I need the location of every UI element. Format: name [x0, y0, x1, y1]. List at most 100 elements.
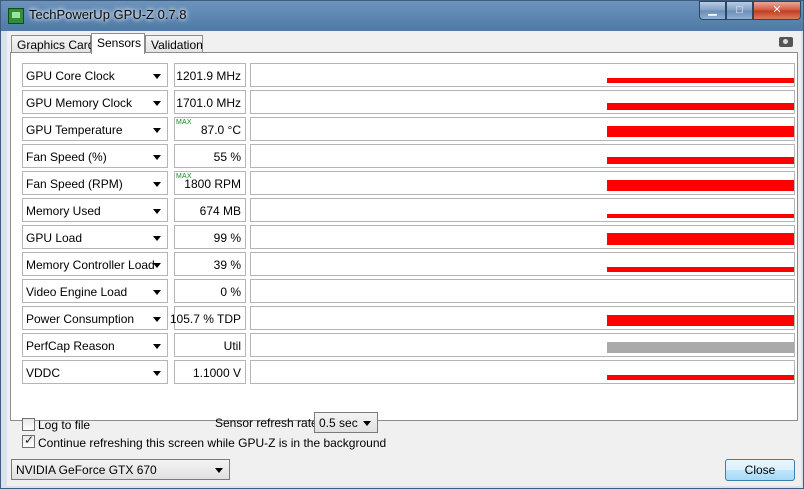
client-area: Graphics Card Sensors Validation GPU Cor… — [7, 31, 801, 486]
sensor-row: Memory Used 674 MB — [22, 198, 795, 222]
sensor-row: GPU Core Clock 1201.9 MHz — [22, 63, 795, 87]
close-window-button[interactable]: ✕ — [753, 1, 801, 20]
sensor-row: Fan Speed (%) 55 % — [22, 144, 795, 168]
sensor-row: Power Consumption 105.7 % TDP — [22, 306, 795, 330]
sensor-name-label: GPU Core Clock — [26, 69, 115, 83]
sensor-graph — [250, 117, 795, 141]
sensor-name-label: Memory Used — [26, 204, 101, 218]
sensor-value-box: 1201.9 MHz — [174, 63, 246, 87]
sensor-graph — [250, 306, 795, 330]
sensor-value-box: 55 % — [174, 144, 246, 168]
sensor-graph-bar — [607, 126, 794, 137]
sensor-graph-bar — [607, 342, 794, 353]
sensor-name-dropdown[interactable]: Memory Used — [22, 198, 168, 222]
sensor-name-label: PerfCap Reason — [26, 339, 115, 353]
sensor-name-label: GPU Temperature — [26, 123, 123, 137]
sensor-name-dropdown[interactable]: GPU Core Clock — [22, 63, 168, 87]
log-to-file-label: Log to file — [38, 418, 91, 432]
sensor-value-box: 99 % — [174, 225, 246, 249]
sensor-graph-bar — [607, 180, 794, 191]
sensor-value-box: 674 MB — [174, 198, 246, 222]
sensor-graph-bar — [607, 214, 794, 218]
maximize-button[interactable]: □ — [726, 1, 753, 20]
sensor-name-label: GPU Load — [26, 231, 83, 245]
sensor-graph — [250, 198, 795, 222]
camera-icon[interactable] — [779, 37, 793, 47]
max-indicator: MAX — [176, 119, 192, 126]
log-to-file-checkbox[interactable] — [22, 418, 35, 431]
chevron-down-icon — [153, 101, 161, 106]
sensor-name-dropdown[interactable]: Fan Speed (%) — [22, 144, 168, 168]
sensor-graph-bar — [607, 375, 794, 380]
minimize-button[interactable]: ▁ — [699, 1, 726, 20]
sensor-graph — [250, 333, 795, 357]
sensor-name-dropdown[interactable]: Power Consumption — [22, 306, 168, 330]
continue-refresh-label: Continue refreshing this screen while GP… — [38, 436, 387, 450]
sensor-graph — [250, 144, 795, 168]
sensor-name-dropdown[interactable]: Fan Speed (RPM) — [22, 171, 168, 195]
sensor-row: Video Engine Load 0 % — [22, 279, 795, 303]
sensor-value-box: 0 % — [174, 279, 246, 303]
sensor-value: 1701.0 MHz — [176, 96, 241, 110]
sensor-value-box: Util — [174, 333, 246, 357]
tab-sensors[interactable]: Sensors — [91, 33, 145, 54]
sensor-name-dropdown[interactable]: PerfCap Reason — [22, 333, 168, 357]
close-button[interactable]: Close — [725, 459, 795, 481]
sensor-value: 99 % — [213, 231, 241, 245]
sensor-value: Util — [223, 339, 241, 353]
sensor-name-label: GPU Memory Clock — [26, 96, 133, 110]
sensor-graph-bar — [607, 233, 794, 245]
sensor-graph — [250, 225, 795, 249]
refresh-rate-select[interactable]: 0.5 sec — [314, 412, 378, 433]
sensor-name-dropdown[interactable]: VDDC — [22, 360, 168, 384]
sensor-name-dropdown[interactable]: GPU Temperature — [22, 117, 168, 141]
sensor-value: 1201.9 MHz — [176, 69, 241, 83]
sensor-row: Fan Speed (RPM) MAX 1800 RPM — [22, 171, 795, 195]
sensor-graph — [250, 252, 795, 276]
sensor-name-dropdown[interactable]: GPU Memory Clock — [22, 90, 168, 114]
continue-refresh-checkbox[interactable] — [22, 433, 35, 448]
sensor-value-box: MAX 87.0 °C — [174, 117, 246, 141]
sensor-name-label: VDDC — [26, 366, 61, 380]
sensor-value: 105.7 % TDP — [169, 312, 241, 326]
sensor-graph-bar — [607, 315, 794, 326]
sensor-graph — [250, 90, 795, 114]
title-bar[interactable]: TechPowerUp GPU-Z 0.7.8 ▁ □ ✕ — [1, 1, 803, 29]
tab-validation[interactable]: Validation — [145, 35, 203, 53]
chevron-down-icon — [153, 317, 161, 322]
sensor-row: GPU Memory Clock 1701.0 MHz — [22, 90, 795, 114]
sensor-row: PerfCap Reason Util — [22, 333, 795, 357]
refresh-rate-label: Sensor refresh rate: — [215, 416, 322, 430]
sensor-value-box: 39 % — [174, 252, 246, 276]
chevron-down-icon — [153, 74, 161, 79]
sensor-graph — [250, 63, 795, 87]
sensor-name-label: Memory Controller Load — [26, 258, 155, 272]
sensor-graph-bar — [607, 103, 794, 110]
chevron-down-icon — [215, 468, 223, 473]
sensor-graph-bar — [607, 78, 794, 83]
sensor-row: GPU Load 99 % — [22, 225, 795, 249]
chevron-down-icon — [153, 128, 161, 133]
sensor-value: 0 % — [220, 285, 241, 299]
sensor-name-dropdown[interactable]: Memory Controller Load — [22, 252, 168, 276]
chevron-down-icon — [153, 263, 161, 268]
gpu-select-value: NVIDIA GeForce GTX 670 — [16, 463, 157, 477]
sensor-graph — [250, 279, 795, 303]
sensor-graph — [250, 360, 795, 384]
sensor-name-dropdown[interactable]: GPU Load — [22, 225, 168, 249]
sensor-name-label: Video Engine Load — [26, 285, 128, 299]
refresh-rate-value: 0.5 sec — [319, 416, 358, 430]
gpu-select[interactable]: NVIDIA GeForce GTX 670 — [11, 459, 230, 480]
sensor-value: 1.1000 V — [192, 366, 241, 380]
sensors-panel: GPU Core Clock 1201.9 MHz GPU Memory Clock… — [10, 52, 798, 421]
sensor-value-box: MAX 1800 RPM — [174, 171, 246, 195]
sensor-name-label: Fan Speed (%) — [26, 150, 107, 164]
sensor-value: 55 % — [213, 150, 241, 164]
chevron-down-icon — [153, 209, 161, 214]
tab-graphics-card[interactable]: Graphics Card — [11, 35, 94, 53]
sensor-name-dropdown[interactable]: Video Engine Load — [22, 279, 168, 303]
sensor-value: 674 MB — [199, 204, 241, 218]
sensor-value: 39 % — [213, 258, 241, 272]
sensor-row: VDDC 1.1000 V — [22, 360, 795, 384]
gpuz-window: TechPowerUp GPU-Z 0.7.8 ▁ □ ✕ Graphics C… — [0, 0, 804, 489]
